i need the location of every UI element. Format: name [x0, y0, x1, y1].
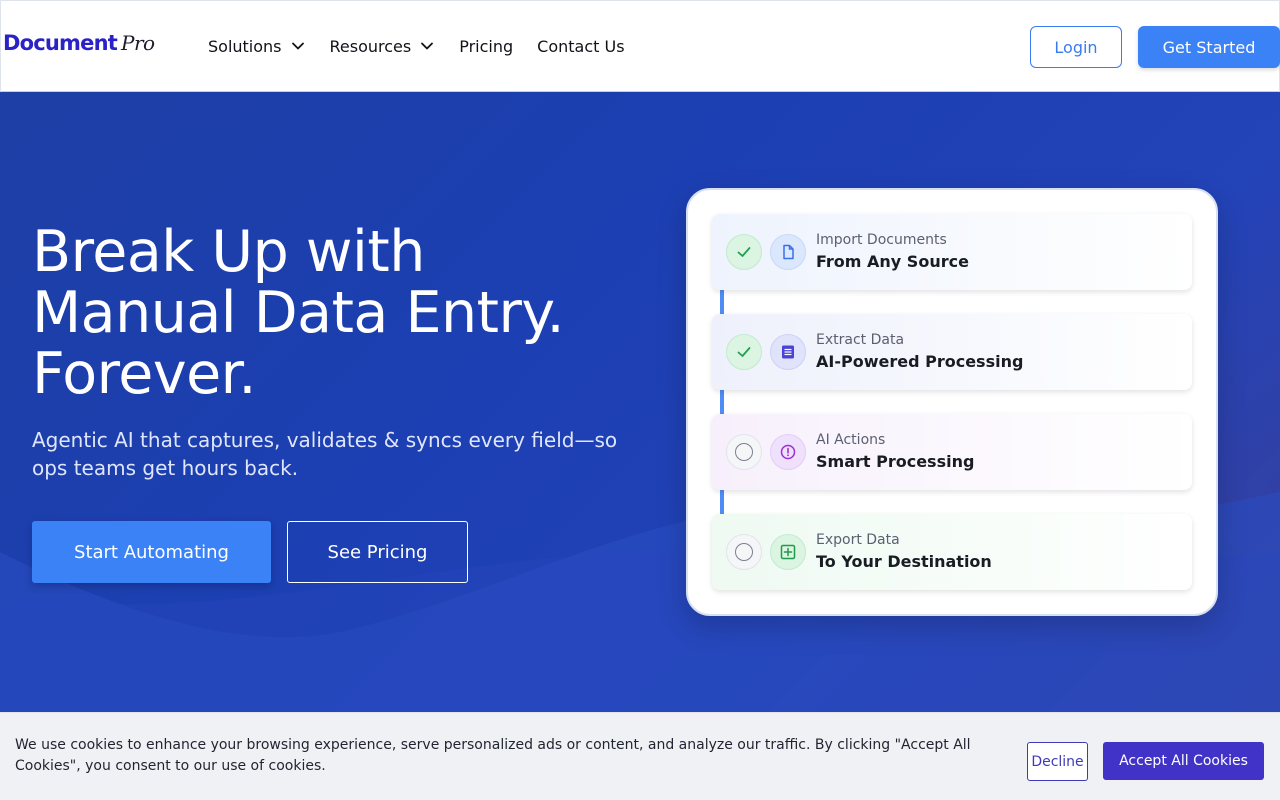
nav-solutions-label: Solutions	[208, 36, 282, 56]
status-pending	[726, 434, 762, 470]
step-label: Import Documents	[816, 232, 947, 248]
step-icon-wrap	[770, 334, 806, 370]
document-icon	[783, 244, 794, 260]
nav-pricing-label: Pricing	[459, 36, 514, 56]
nav-resources-label: Resources	[329, 36, 412, 56]
hero-title-line: Manual Data Entry.	[32, 280, 565, 346]
nav-contact[interactable]: Contact Us	[537, 37, 624, 56]
step-label: AI Actions	[816, 432, 886, 448]
start-automating-button[interactable]: Start Automating	[32, 521, 271, 583]
logo-wordmark: Document	[3, 31, 118, 55]
hero-title-line: Break Up with	[32, 219, 425, 285]
step-icon-wrap	[770, 234, 806, 270]
site-header: Document Pro Solutions Resources Pricing…	[0, 0, 1280, 92]
nav-contact-label: Contact Us	[537, 36, 625, 56]
chevron-down-icon	[291, 42, 304, 50]
nav-solutions[interactable]: Solutions	[208, 37, 306, 56]
step-label: Extract Data	[816, 332, 905, 348]
login-button[interactable]: Login	[1030, 26, 1122, 68]
get-started-button[interactable]: Get Started	[1138, 26, 1280, 68]
hero-section: Break Up with Manual Data Entry. Forever…	[0, 92, 1280, 712]
status-done	[726, 234, 762, 270]
status-done	[726, 334, 762, 370]
hero-subtitle: Agentic AI that captures, validates & sy…	[32, 428, 618, 480]
workflow-step-import: Import Documents From Any Source	[712, 214, 1192, 290]
logo[interactable]: Document Pro	[3, 31, 155, 63]
cookie-banner: We use cookies to enhance your browsing …	[0, 712, 1280, 800]
accept-cookies-button[interactable]: Accept All Cookies	[1103, 742, 1264, 780]
decline-cookies-button[interactable]: Decline	[1027, 742, 1088, 781]
step-title: Smart Processing	[816, 452, 975, 471]
step-label: Export Data	[816, 532, 900, 548]
hero-title: Break Up with Manual Data Entry. Forever…	[32, 222, 652, 405]
empty-circle-icon	[735, 543, 753, 561]
alert-icon	[780, 444, 796, 460]
workflow-card: Import Documents From Any Source Extract…	[686, 188, 1218, 616]
nav-pricing[interactable]: Pricing	[459, 37, 513, 56]
chevron-down-icon	[421, 42, 434, 50]
nav-resources[interactable]: Resources	[330, 37, 436, 56]
step-title: AI-Powered Processing	[816, 352, 1024, 371]
list-icon	[782, 345, 794, 359]
see-pricing-button[interactable]: See Pricing	[287, 521, 468, 583]
empty-circle-icon	[735, 443, 753, 461]
plus-square-icon	[780, 544, 796, 560]
step-title: From Any Source	[816, 252, 969, 271]
step-icon-wrap	[770, 534, 806, 570]
check-icon	[737, 347, 751, 357]
hero-title-line: Forever.	[32, 341, 257, 407]
workflow-step-export: Export Data To Your Destination	[712, 514, 1192, 590]
status-pending	[726, 534, 762, 570]
workflow-step-extract: Extract Data AI-Powered Processing	[712, 314, 1192, 390]
check-icon	[737, 247, 751, 257]
cookie-text: We use cookies to enhance your browsing …	[15, 737, 971, 774]
main-nav: Solutions Resources Pricing Contact Us	[208, 34, 649, 58]
step-title: To Your Destination	[816, 552, 992, 571]
logo-script: Pro	[120, 31, 155, 55]
step-icon-wrap	[770, 434, 806, 470]
workflow-step-ai-actions: AI Actions Smart Processing	[712, 414, 1192, 490]
